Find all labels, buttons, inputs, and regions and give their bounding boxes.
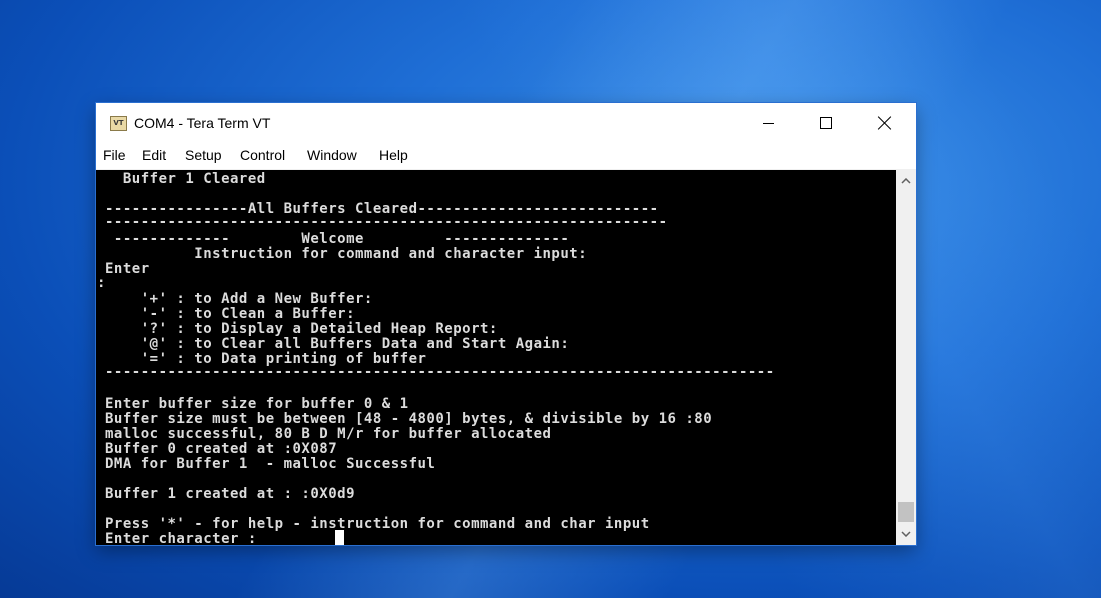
terminal-line: Instruction for command and character in…	[105, 246, 588, 262]
terminal-line: Press '*' - for help - instruction for c…	[105, 516, 650, 532]
menu-setup[interactable]: Setup	[185, 147, 222, 163]
scroll-up-button[interactable]	[896, 172, 916, 190]
terminal-line: ----------------------------------------…	[105, 214, 668, 230]
scroll-down-button[interactable]	[896, 525, 916, 543]
terminal-line: Buffer 1 created at : :0X0d9	[105, 486, 356, 502]
window-title: COM4 - Tera Term VT	[134, 115, 271, 131]
minimize-button[interactable]	[739, 103, 797, 143]
terminal-line: Buffer 1 Cleared	[105, 171, 266, 187]
minimize-icon	[762, 122, 774, 124]
terminal-output[interactable]: Buffer 1 Cleared ----------------All Buf…	[96, 170, 896, 545]
menu-help[interactable]: Help	[379, 147, 408, 163]
close-button[interactable]	[856, 103, 914, 143]
terminal-line: ------------- Welcome --------------	[105, 231, 570, 247]
terminal-line: malloc successful, 80 B D M/r for buffer…	[105, 426, 552, 442]
close-icon	[878, 116, 892, 130]
vertical-scrollbar[interactable]	[896, 170, 916, 545]
terminal-line: '+' : to Add a New Buffer:	[105, 291, 373, 307]
menu-bar: File Edit Setup Control Window Help	[96, 143, 916, 170]
terminal-line: Enter character :	[105, 531, 257, 546]
terminal-line: Enter	[105, 261, 150, 277]
terminal-cursor	[335, 530, 344, 545]
terminal-line: Buffer 0 created at :0X087	[105, 441, 338, 457]
scroll-up-arrow-icon	[901, 178, 911, 184]
terminal-line: '-' : to Clean a Buffer:	[105, 306, 356, 322]
menu-file[interactable]: File	[103, 147, 126, 163]
maximize-icon	[820, 117, 832, 129]
scroll-down-arrow-icon	[901, 531, 911, 537]
menu-window[interactable]: Window	[307, 147, 357, 163]
terminal-line: ----------------------------------------…	[105, 364, 775, 380]
scroll-thumb[interactable]	[898, 502, 914, 522]
maximize-button[interactable]	[797, 103, 855, 143]
teraterm-vt-icon[interactable]: VT	[110, 116, 127, 131]
terminal-line: '@' : to Clear all Buffers Data and Star…	[105, 336, 570, 352]
terminal-line: '?' : to Display a Detailed Heap Report:	[105, 321, 498, 337]
terminal-line: Enter buffer size for buffer 0 & 1	[105, 396, 409, 412]
terminal-line: DMA for Buffer 1 - malloc Successful	[105, 456, 436, 472]
terminal-line: :	[97, 275, 106, 291]
teraterm-window: VT COM4 - Tera Term VT File Edit Setup C…	[96, 103, 916, 545]
terminal-line: Buffer size must be between [48 - 4800] …	[105, 411, 713, 427]
title-bar[interactable]: VT COM4 - Tera Term VT	[96, 103, 916, 143]
menu-control[interactable]: Control	[240, 147, 285, 163]
menu-edit[interactable]: Edit	[142, 147, 166, 163]
